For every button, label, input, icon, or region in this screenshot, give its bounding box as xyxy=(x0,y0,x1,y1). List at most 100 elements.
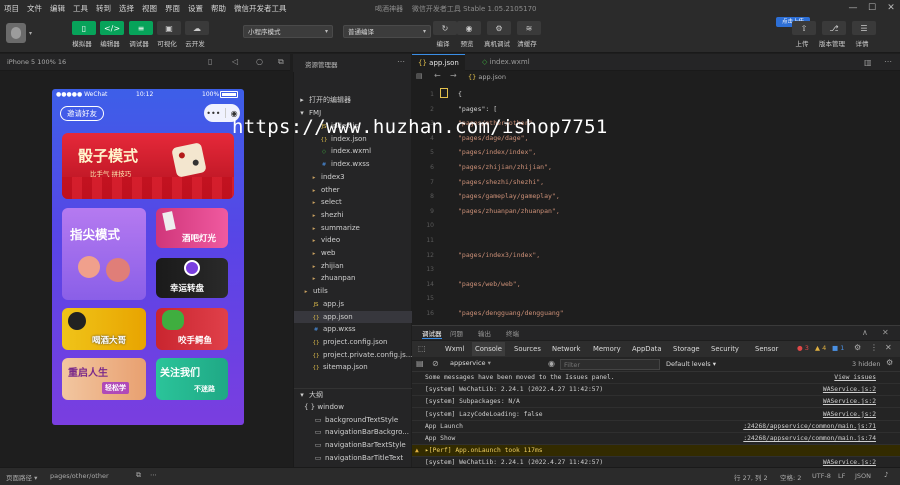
avatar[interactable] xyxy=(6,23,26,43)
explorer-item[interactable]: ▸ select xyxy=(294,196,412,209)
compile-select[interactable]: 普通编译 ▾ xyxy=(343,25,431,38)
page-path-value[interactable]: pages/other/other xyxy=(50,472,109,480)
explorer-item[interactable]: ▸ web xyxy=(294,247,412,260)
toolbar-button-eye[interactable]: ◉ 预览 xyxy=(455,21,483,48)
devtools-tab[interactable]: Sensor xyxy=(752,342,781,356)
devtools-tab[interactable]: Network xyxy=(549,342,583,356)
indent-setting[interactable]: 空格: 2 xyxy=(780,472,801,482)
inspect-icon[interactable]: ⬚ xyxy=(418,344,426,353)
close-icon[interactable]: ✕ xyxy=(884,2,898,14)
drink-king-card[interactable]: 喝酒大哥 xyxy=(62,308,146,350)
console-row[interactable]: App Show:24268/appservice/common/main.js… xyxy=(412,433,900,445)
outline-item[interactable]: ▭ navigationBarTextStyle xyxy=(294,439,412,452)
explorer-item[interactable]: ▸ zhuanpan xyxy=(294,272,412,285)
explorer-item[interactable]: {} app.json xyxy=(294,310,412,324)
gear-icon[interactable]: ⚙ xyxy=(886,358,893,367)
explorer-item[interactable]: ▸ summarize xyxy=(294,222,412,235)
more-icon[interactable]: ⋯ xyxy=(884,57,892,66)
menu-item[interactable]: 视图 xyxy=(138,3,161,14)
popout-icon[interactable]: ⧉ xyxy=(278,57,284,67)
menu-item[interactable]: 帮助 xyxy=(207,3,230,14)
panel-tab[interactable]: 问题 xyxy=(450,328,463,338)
menu-item[interactable]: 转到 xyxy=(92,3,115,14)
explorer-item[interactable]: ◇ index.wxml xyxy=(294,145,412,158)
menu-item[interactable]: 编辑 xyxy=(46,3,69,14)
explorer-item[interactable]: ▸ utils xyxy=(294,285,412,298)
explorer-item[interactable]: {} project.config.json xyxy=(294,336,412,349)
sidebar-toggle-icon[interactable]: ▤ xyxy=(416,359,424,368)
encoding-setting[interactable]: UTF-8 xyxy=(812,472,831,480)
console-row[interactable]: [system] Subpackages: N/A WAService.js:2 xyxy=(412,396,900,409)
console-source-link[interactable]: WAService.js:2 xyxy=(823,457,876,467)
panel-tab[interactable]: 终端 xyxy=(506,328,519,338)
explorer-item[interactable]: {} sitemap.json xyxy=(294,361,412,374)
more-icon[interactable]: ⋮ xyxy=(870,343,878,352)
devtools-tab[interactable]: Sources xyxy=(511,342,544,356)
explorer-item[interactable]: # app.wxss xyxy=(294,323,412,336)
warning-count[interactable]: ▲ 4 xyxy=(815,344,826,352)
menu-item[interactable]: 项目 xyxy=(0,3,23,14)
outline-item[interactable]: ▭ navigationBarBackgro... xyxy=(294,426,412,439)
open-editors-section[interactable]: ▸ 打开的编辑器 xyxy=(294,94,412,107)
explorer-item[interactable]: JS app.js xyxy=(294,298,412,311)
bell-icon[interactable]: ♪ xyxy=(884,471,888,479)
console-source-link[interactable]: WAService.js:2 xyxy=(823,384,876,396)
tab-app-json[interactable]: {} app.json xyxy=(412,54,465,71)
toolbar-button-visual[interactable]: ▣ 可视化 xyxy=(155,21,183,48)
toolbar-button-upload[interactable]: ⇧ 上传 xyxy=(790,21,818,48)
devtools-tab[interactable]: Security xyxy=(708,342,742,356)
outline-item[interactable]: ▭ backgroundTextStyle xyxy=(294,414,412,427)
explorer-item[interactable]: ▸ shezhi xyxy=(294,209,412,222)
panel-tab[interactable]: 输出 xyxy=(478,328,491,338)
eol-setting[interactable]: LF xyxy=(838,472,845,480)
explorer-item[interactable]: ▸ other xyxy=(294,184,412,197)
more-icon[interactable]: ⋯ xyxy=(397,57,405,66)
console-source-link[interactable]: :24268/appservice/common/main.js:74 xyxy=(743,433,876,445)
rotate-icon[interactable]: ▯ xyxy=(208,57,212,66)
explorer-item[interactable]: ▸ video xyxy=(294,234,412,247)
split-editor-icon[interactable]: ▥ xyxy=(864,58,872,67)
console-row[interactable]: ▲ ▸[Perf] App.onLaunch took 117ms xyxy=(412,445,900,458)
tab-index-wxml[interactable]: ◇ index.wxml xyxy=(476,54,536,71)
console-row[interactable]: [system] WeChatLib: 2.24.1 (2022.4.27 11… xyxy=(412,384,900,397)
console-row[interactable]: [system] WeChatLib: 2.24.1 (2022.4.27 11… xyxy=(412,457,900,467)
gear-icon[interactable]: ⚙ xyxy=(854,343,861,352)
menu-item[interactable]: 选择 xyxy=(115,3,138,14)
minimize-icon[interactable]: — xyxy=(846,2,860,14)
console-source-link[interactable]: WAService.js:2 xyxy=(823,396,876,408)
back-icon[interactable]: ← xyxy=(434,71,441,80)
home-icon[interactable]: ○ xyxy=(256,57,263,66)
panel-tab[interactable]: 调试器 xyxy=(422,328,442,339)
info-count[interactable]: ■ 1 xyxy=(832,344,844,352)
console-filter-input[interactable] xyxy=(560,359,660,370)
toolbar-button-gear[interactable]: ⚙ 真机调试 xyxy=(484,21,513,48)
lucky-wheel-card[interactable]: 幸运转盘 xyxy=(156,258,228,298)
mode-select[interactable]: 小程序模式 ▾ xyxy=(243,25,333,38)
console-source-link[interactable]: WAService.js:2 xyxy=(823,409,876,421)
bookmark-icon[interactable]: ▤ xyxy=(416,72,423,80)
menu-item[interactable]: 文件 xyxy=(23,3,46,14)
menu-item[interactable]: 界面 xyxy=(161,3,184,14)
devtools-tab[interactable]: Wxml xyxy=(442,342,467,356)
toolbar-button-branch[interactable]: ⎇ 版本管理 xyxy=(819,21,848,48)
eye-icon[interactable]: ◉ xyxy=(548,359,555,368)
toolbar-button-code[interactable]: </> 编辑器 xyxy=(98,21,126,48)
log-levels-select[interactable]: Default levels ▾ xyxy=(666,360,716,368)
console-row[interactable]: App Launch:24268/appservice/common/main.… xyxy=(412,421,900,433)
dice-mode-card[interactable]: 骰子模式 比手气 拼技巧 xyxy=(62,133,234,199)
maximize-icon[interactable]: ☐ xyxy=(865,2,879,14)
device-select[interactable]: iPhone 5 100% 16 xyxy=(7,58,66,66)
explorer-item[interactable]: # index.wxss xyxy=(294,158,412,171)
menu-item[interactable]: 微信开发者工具 xyxy=(230,3,291,14)
explorer-item[interactable]: ▸ zhijian xyxy=(294,260,412,273)
toolbar-button-phone[interactable]: ▯ 模拟器 xyxy=(70,21,98,48)
menu-item[interactable]: 工具 xyxy=(69,3,92,14)
devtools-tab[interactable]: AppData xyxy=(629,342,665,356)
console-output[interactable]: Some messages have been moved to the Iss… xyxy=(412,372,900,467)
console-row[interactable]: Some messages have been moved to the Iss… xyxy=(412,372,900,384)
console-source-link[interactable]: View issues xyxy=(834,372,876,384)
follow-us-card[interactable]: 关注我们 不迷路 xyxy=(156,358,228,400)
more-icon[interactable]: ••• xyxy=(206,109,220,118)
devtools-tab[interactable]: Memory xyxy=(590,342,624,356)
breadcrumb[interactable]: {} app.json xyxy=(468,73,506,81)
